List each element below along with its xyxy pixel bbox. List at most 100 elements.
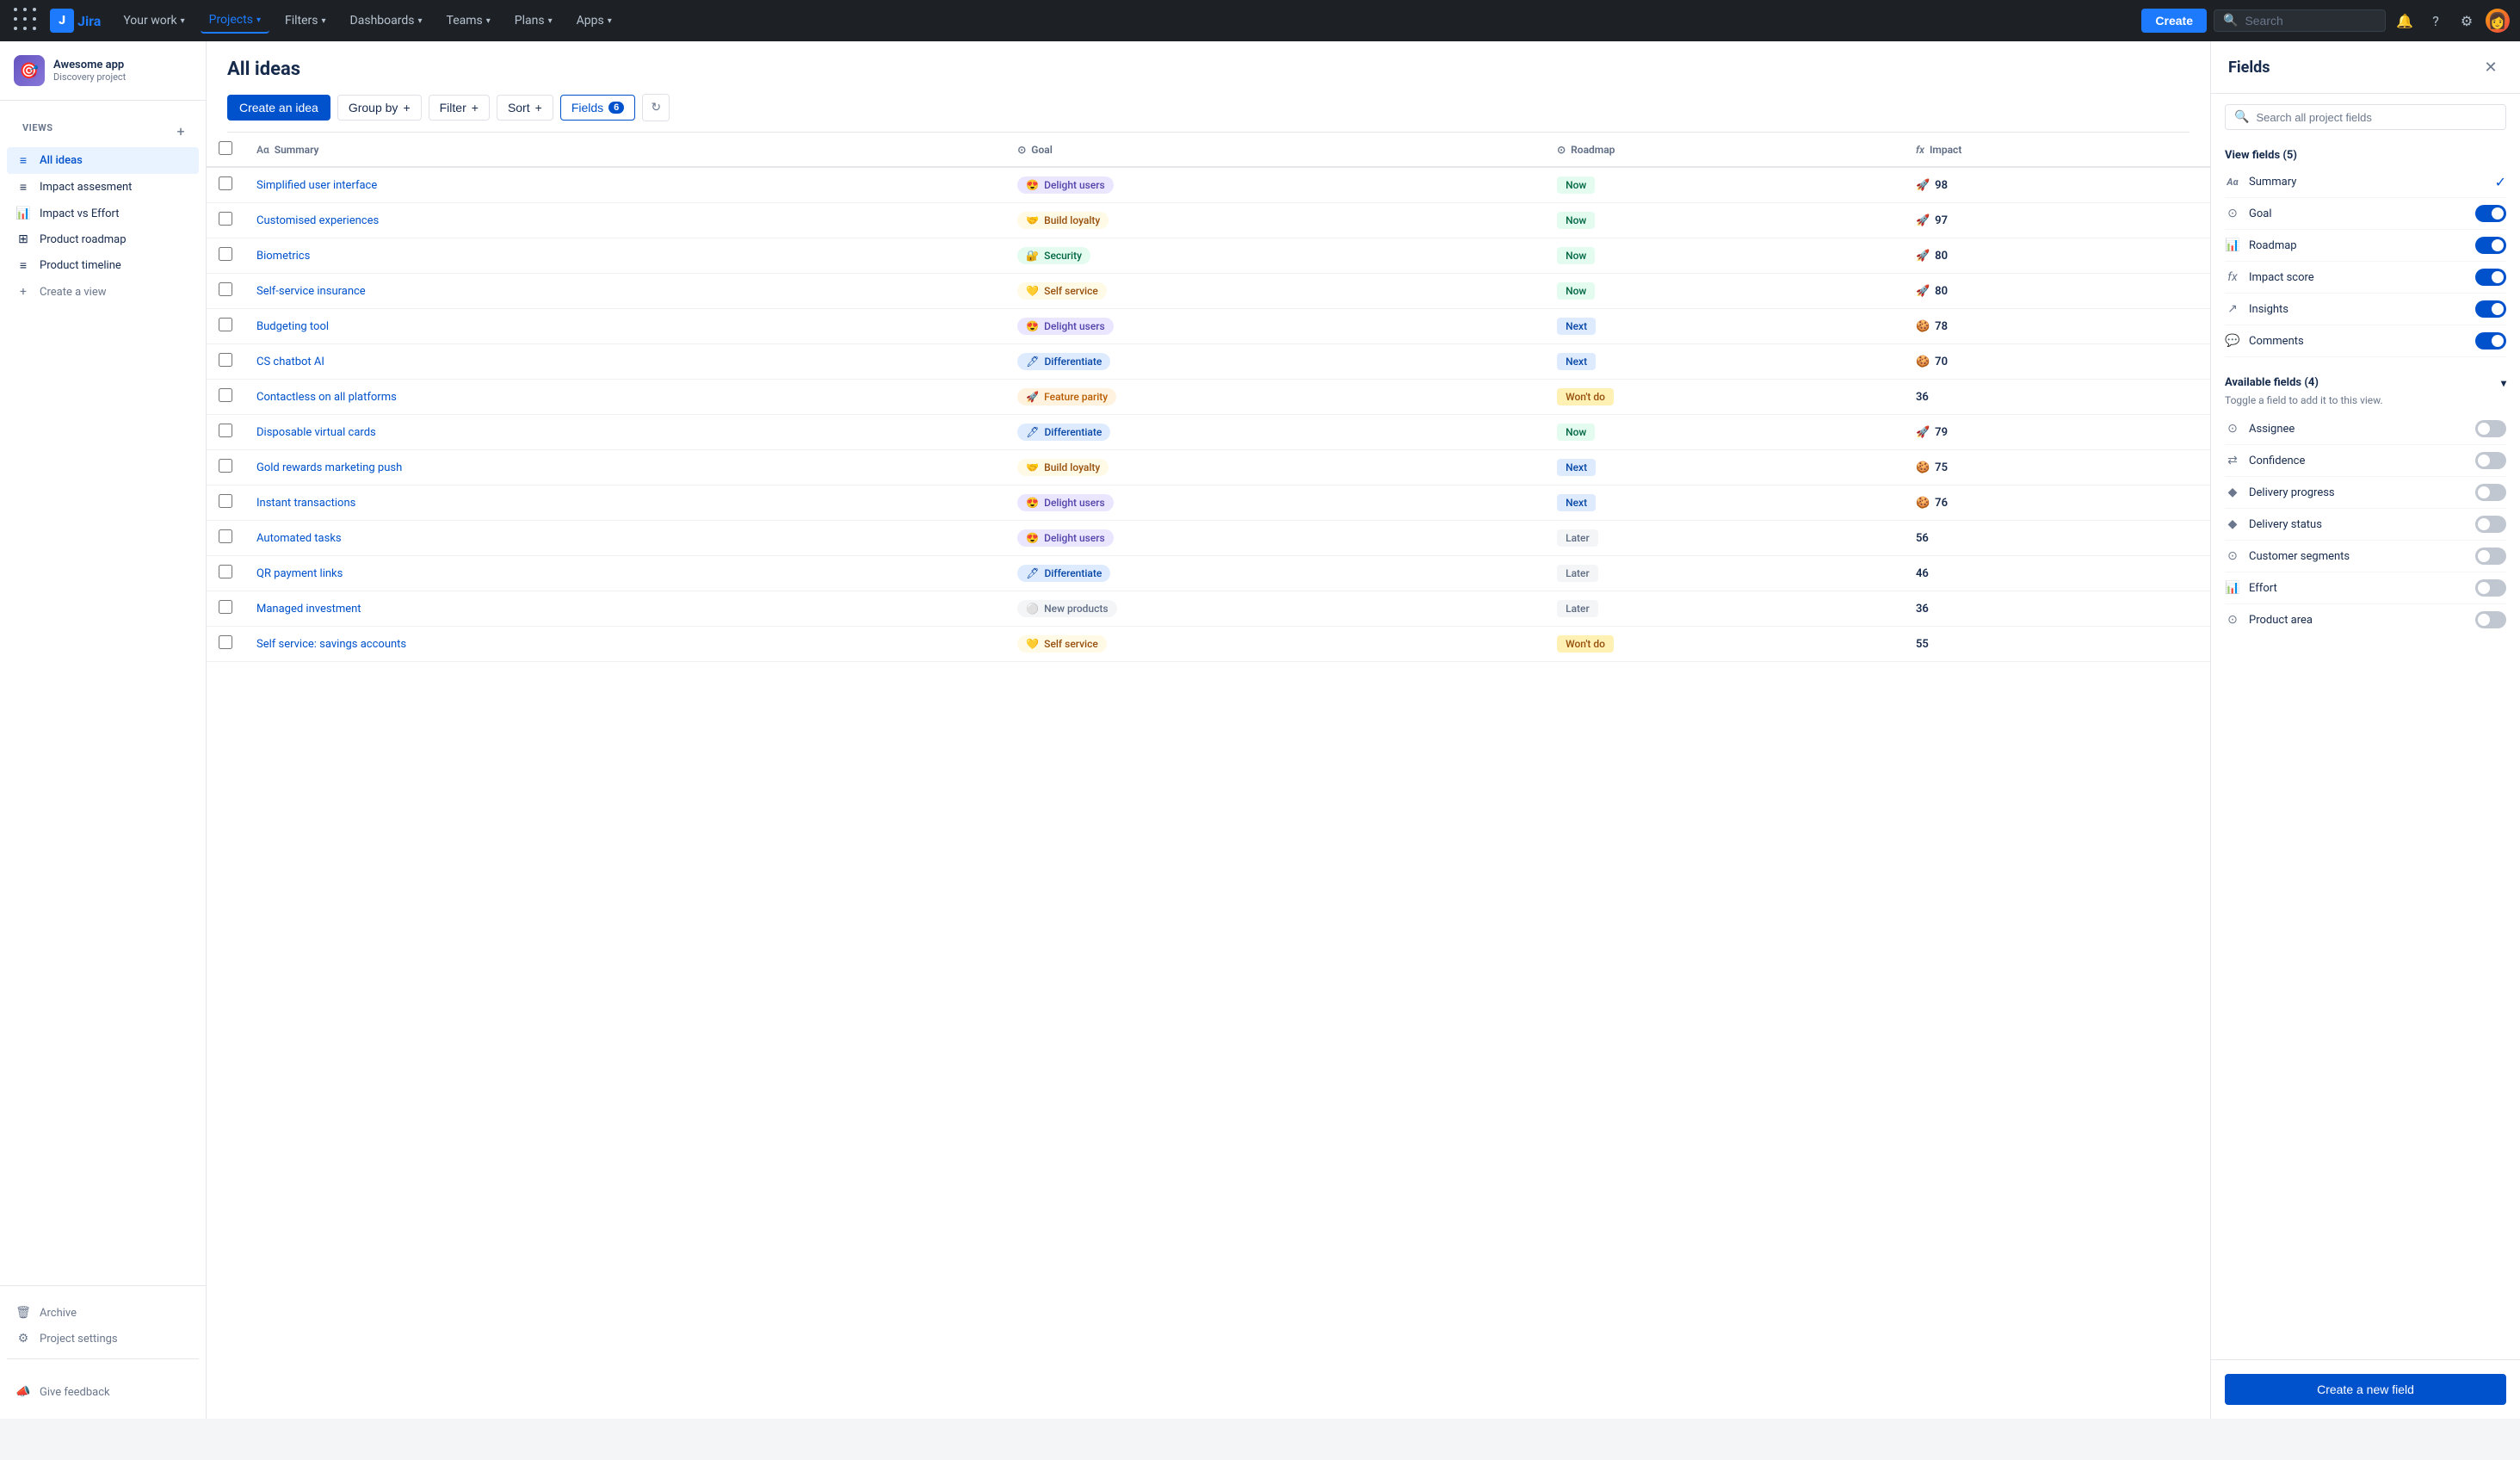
row-goal[interactable]: 😍 Delight users [1017, 176, 1113, 194]
toggle-impact-score[interactable] [2475, 269, 2506, 286]
row-goal[interactable]: 😍 Delight users [1017, 318, 1113, 335]
nav-item-teams[interactable]: Teams ▾ [438, 9, 499, 33]
row-goal[interactable]: 😍 Delight users [1017, 494, 1113, 511]
toggle-delivery-progress[interactable] [2475, 484, 2506, 501]
settings-icon[interactable]: ⚙ [2455, 9, 2479, 33]
row-roadmap[interactable]: Next [1557, 459, 1596, 476]
row-goal[interactable]: 🖊 Differentiate [1017, 424, 1110, 441]
nav-item-projects[interactable]: Projects ▾ [201, 8, 269, 34]
sidebar-item-impact-vs-effort[interactable]: 📊 Impact vs Effort [7, 201, 199, 226]
row-summary[interactable]: Budgeting tool [244, 309, 1005, 344]
search-input[interactable] [2245, 14, 2365, 28]
row-checkbox[interactable] [219, 635, 232, 649]
toggle-confidence[interactable] [2475, 452, 2506, 469]
row-summary[interactable]: Self service: savings accounts [244, 627, 1005, 662]
nav-item-plans[interactable]: Plans ▾ [506, 9, 561, 33]
filter-button[interactable]: Filter + [429, 95, 490, 121]
row-summary[interactable]: Customised experiences [244, 203, 1005, 238]
sidebar-item-all-ideas[interactable]: ≡ All ideas [7, 147, 199, 174]
row-goal[interactable]: 😍 Delight users [1017, 529, 1113, 547]
nav-item-apps[interactable]: Apps ▾ [568, 9, 621, 33]
toggle-roadmap[interactable] [2475, 237, 2506, 254]
row-roadmap[interactable]: Next [1557, 353, 1596, 370]
toggle-product-area[interactable] [2475, 611, 2506, 628]
create-button[interactable]: Create [2141, 9, 2207, 33]
nav-item-your-work[interactable]: Your work ▾ [114, 9, 193, 33]
row-summary[interactable]: Self-service insurance [244, 274, 1005, 309]
row-roadmap[interactable]: Now [1557, 247, 1595, 264]
row-checkbox[interactable] [219, 494, 232, 508]
row-summary[interactable]: Simplified user interface [244, 167, 1005, 203]
help-icon[interactable]: ? [2424, 9, 2448, 33]
toggle-comments[interactable] [2475, 332, 2506, 350]
row-checkbox[interactable] [219, 212, 232, 226]
row-roadmap[interactable]: Later [1557, 565, 1598, 582]
row-roadmap[interactable]: Won't do [1557, 635, 1614, 653]
sidebar-item-give-feedback[interactable]: 📣 Give feedback [7, 1379, 199, 1405]
row-roadmap[interactable]: Next [1557, 318, 1596, 335]
row-summary[interactable]: QR payment links [244, 556, 1005, 591]
row-checkbox[interactable] [219, 529, 232, 543]
toggle-goal[interactable] [2475, 205, 2506, 222]
toggle-delivery-status[interactable] [2475, 516, 2506, 533]
nav-item-dashboards[interactable]: Dashboards ▾ [342, 9, 431, 33]
create-idea-button[interactable]: Create an idea [227, 95, 330, 121]
row-goal[interactable]: 🤝 Build loyalty [1017, 212, 1109, 229]
create-new-field-button[interactable]: Create a new field [2225, 1374, 2506, 1405]
nav-item-filters[interactable]: Filters ▾ [276, 9, 335, 33]
sidebar-item-project-settings[interactable]: ⚙ Project settings [7, 1326, 199, 1352]
row-summary[interactable]: Managed investment [244, 591, 1005, 627]
avatar[interactable]: 👩 [2486, 9, 2510, 33]
row-checkbox[interactable] [219, 353, 232, 367]
row-summary[interactable]: Biometrics [244, 238, 1005, 274]
notifications-icon[interactable]: 🔔 [2393, 9, 2417, 33]
fields-search-input[interactable] [2256, 111, 2497, 124]
row-goal[interactable]: 🔐 Security [1017, 247, 1090, 264]
row-roadmap[interactable]: Now [1557, 212, 1595, 229]
sidebar-item-product-timeline[interactable]: ≡ Product timeline [7, 252, 199, 279]
row-summary[interactable]: Gold rewards marketing push [244, 450, 1005, 486]
row-summary[interactable]: Contactless on all platforms [244, 380, 1005, 415]
row-checkbox[interactable] [219, 247, 232, 261]
row-summary[interactable]: Instant transactions [244, 486, 1005, 521]
sidebar-item-impact-assessment[interactable]: ≡ Impact assesment [7, 174, 199, 201]
fields-search-bar[interactable]: 🔍 [2225, 104, 2506, 130]
row-roadmap[interactable]: Now [1557, 424, 1595, 441]
row-checkbox[interactable] [219, 318, 232, 331]
search-bar[interactable]: 🔍 [2214, 9, 2386, 32]
row-roadmap[interactable]: Won't do [1557, 388, 1614, 405]
toggle-customer-segments[interactable] [2475, 548, 2506, 565]
sidebar-item-product-roadmap[interactable]: ⊞ Product roadmap [7, 226, 199, 252]
row-summary[interactable]: CS chatbot AI [244, 344, 1005, 380]
available-fields-chevron[interactable]: ▾ [2501, 377, 2506, 389]
refresh-button[interactable]: ↻ [642, 94, 670, 121]
row-goal[interactable]: ⚪ New products [1017, 600, 1116, 617]
sidebar-item-archive[interactable]: 🗑 Archive [7, 1300, 199, 1326]
row-checkbox[interactable] [219, 388, 232, 402]
row-roadmap[interactable]: Now [1557, 282, 1595, 300]
row-checkbox[interactable] [219, 565, 232, 578]
row-checkbox[interactable] [219, 600, 232, 614]
nav-grid-icon[interactable] [10, 4, 43, 37]
row-goal[interactable]: 🖊 Differentiate [1017, 565, 1110, 582]
row-goal[interactable]: 🖊 Differentiate [1017, 353, 1110, 370]
toggle-assignee[interactable] [2475, 420, 2506, 437]
group-by-button[interactable]: Group by + [337, 95, 422, 121]
select-all-checkbox[interactable] [219, 141, 232, 155]
fields-button[interactable]: Fields 6 [560, 95, 635, 121]
add-view-button[interactable]: + [171, 121, 190, 140]
row-roadmap[interactable]: Later [1557, 529, 1598, 547]
row-roadmap[interactable]: Later [1557, 600, 1598, 617]
sort-button[interactable]: Sort + [497, 95, 553, 121]
row-summary[interactable]: Disposable virtual cards [244, 415, 1005, 450]
row-checkbox[interactable] [219, 176, 232, 190]
row-summary[interactable]: Automated tasks [244, 521, 1005, 556]
row-roadmap[interactable]: Now [1557, 176, 1595, 194]
toggle-insights[interactable] [2475, 300, 2506, 318]
row-roadmap[interactable]: Next [1557, 494, 1596, 511]
row-checkbox[interactable] [219, 282, 232, 296]
close-fields-panel-button[interactable]: ✕ [2479, 55, 2503, 79]
row-checkbox[interactable] [219, 424, 232, 437]
sidebar-item-create-view[interactable]: + Create a view [7, 279, 199, 305]
row-goal[interactable]: 🚀 Feature parity [1017, 388, 1116, 405]
